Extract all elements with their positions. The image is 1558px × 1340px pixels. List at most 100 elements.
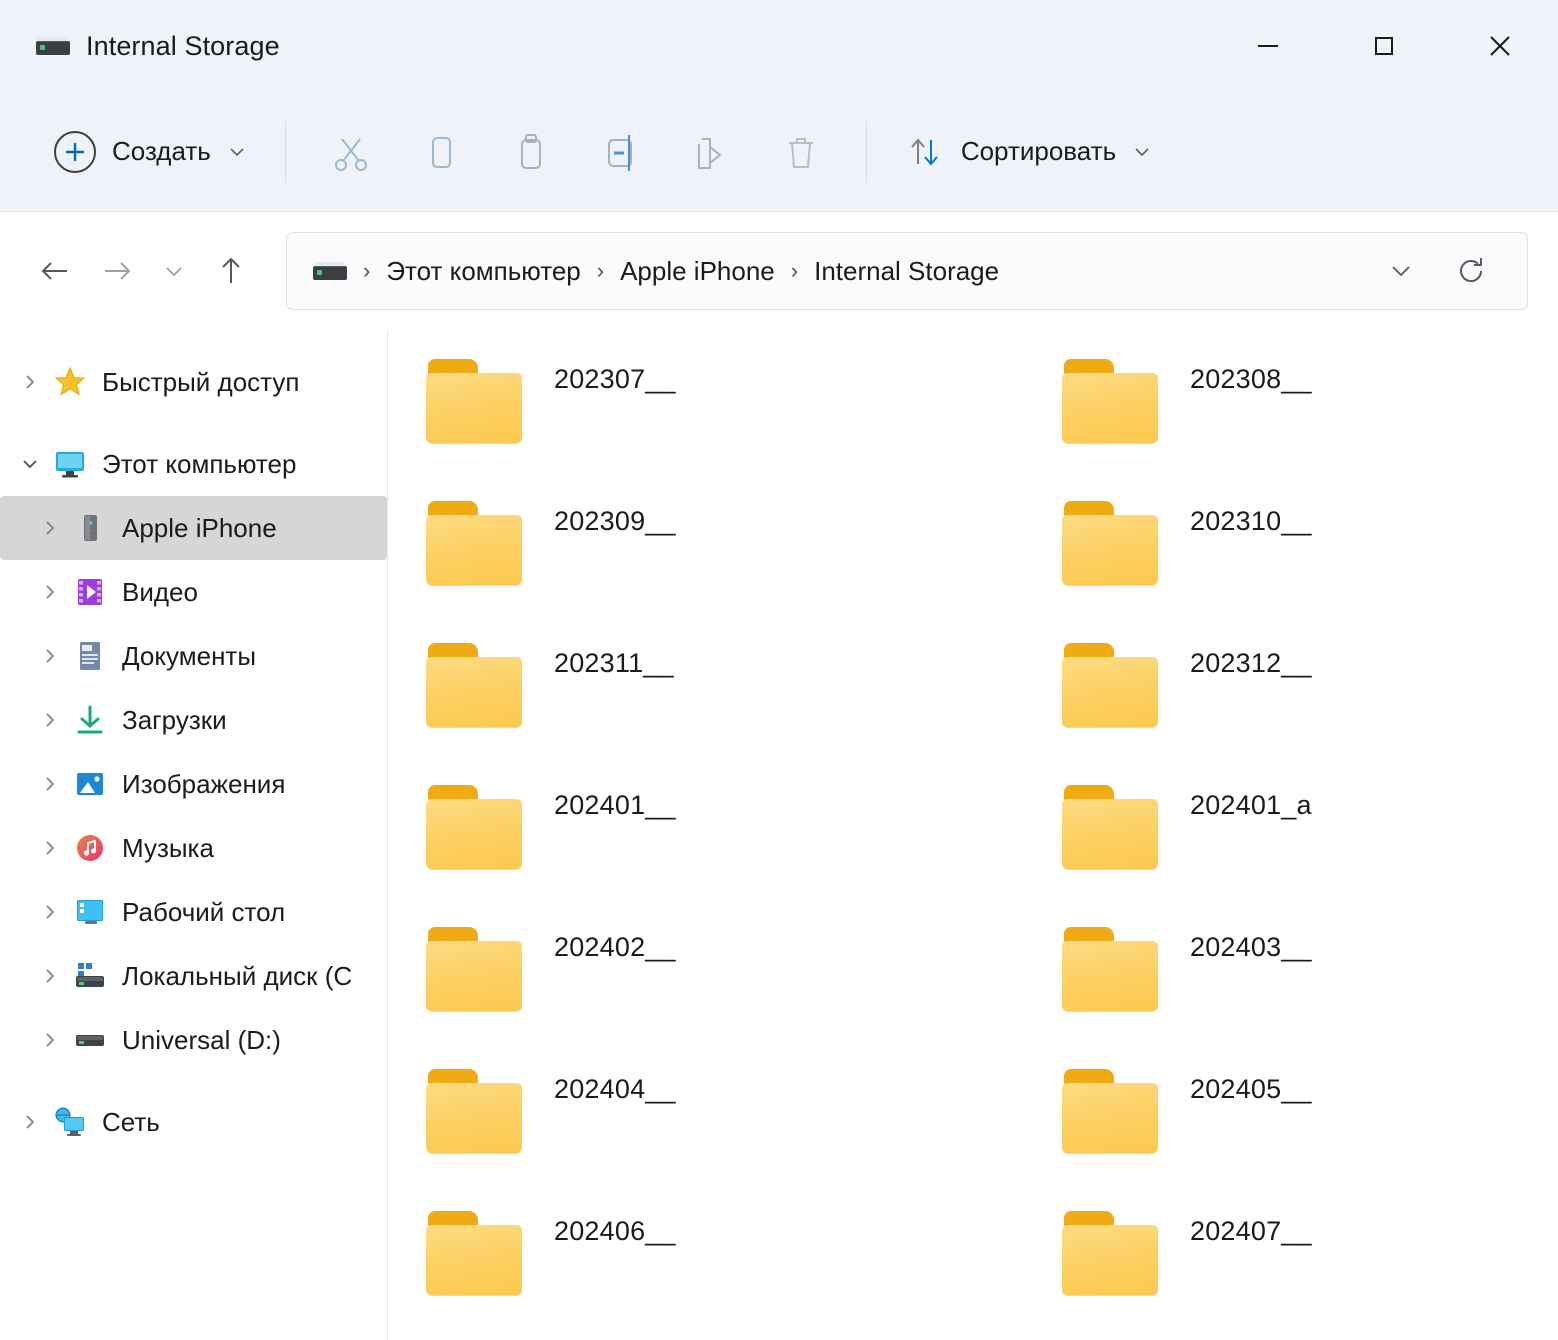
phone-icon (70, 508, 110, 548)
sort-button-label: Сортировать (960, 136, 1117, 166)
minimize-button[interactable] (1210, 0, 1326, 92)
refresh-button[interactable] (1443, 243, 1499, 299)
folder-icon (1062, 1211, 1160, 1295)
close-button[interactable] (1442, 0, 1558, 92)
cut-button[interactable] (306, 118, 396, 186)
sidebar-item-pictures[interactable]: Изображения (0, 752, 387, 816)
chevron-right-icon[interactable] (30, 572, 70, 612)
chevron-right-icon[interactable] (10, 1102, 50, 1142)
folder-icon (1062, 785, 1160, 869)
file-item[interactable]: 202401_a (1046, 772, 1558, 914)
rename-button[interactable] (576, 118, 666, 186)
breadcrumb-item-1[interactable]: Apple iPhone (610, 252, 785, 291)
address-bar-actions (1373, 243, 1513, 299)
sidebar-item-music[interactable]: Музыка (0, 816, 387, 880)
file-item[interactable]: 202312__ (1046, 630, 1558, 772)
file-item-label: 202311__ (554, 648, 674, 678)
sidebar-item-downloads[interactable]: Загрузки (0, 688, 387, 752)
share-button[interactable] (666, 118, 756, 186)
copy-button[interactable] (396, 118, 486, 186)
chevron-down-icon[interactable] (10, 444, 50, 484)
breadcrumb-item-2[interactable]: Internal Storage (804, 252, 1009, 291)
local-disk-icon (70, 956, 110, 996)
clipboard-paste-icon (520, 133, 541, 169)
chevron-right-icon[interactable] (10, 362, 50, 402)
breadcrumb-item-0[interactable]: Этот компьютер (376, 252, 590, 291)
sort-button[interactable]: Сортировать (887, 118, 1170, 186)
file-item[interactable]: 202310__ (1046, 488, 1558, 630)
chevron-right-icon[interactable] (30, 508, 70, 548)
chevron-down-icon (166, 267, 182, 277)
sidebar-item-documents[interactable]: Документы (0, 624, 387, 688)
sidebar-item-video[interactable]: Видео (0, 560, 387, 624)
file-item[interactable]: 202401__ (410, 772, 1046, 914)
address-history-button[interactable] (1373, 243, 1429, 299)
file-list-pane[interactable]: 202307__ 202308__ 202309__ 202310__ 2023… (388, 330, 1558, 1340)
sidebar-item-desktop[interactable]: Рабочий стол (0, 880, 387, 944)
sidebar-item-apple-iphone[interactable]: Apple iPhone (0, 496, 387, 560)
paste-button[interactable] (486, 118, 576, 186)
folder-icon (426, 643, 524, 727)
chevron-right-icon[interactable] (30, 700, 70, 740)
breadcrumb: › Этот компьютер › Apple iPhone › Intern… (359, 252, 1373, 291)
sidebar-item-label: Этот компьютер (102, 448, 297, 479)
arrow-left-icon (41, 262, 67, 280)
sidebar-item-network[interactable]: Сеть (0, 1090, 387, 1154)
sidebar-item-local-disk-c[interactable]: Локальный диск (C (0, 944, 387, 1008)
chevron-right-icon[interactable] (30, 636, 70, 676)
file-item-label: 202308__ (1190, 364, 1312, 394)
file-item[interactable]: 202403__ (1046, 914, 1558, 1056)
desktop-icon (70, 892, 110, 932)
new-button[interactable]: Создать (36, 118, 265, 186)
file-item[interactable]: 202407__ (1046, 1198, 1558, 1340)
title-bar: Internal Storage (0, 0, 1558, 92)
file-item[interactable]: 202308__ (1046, 346, 1558, 488)
breadcrumb-separator: › (790, 258, 799, 283)
scissors-icon (334, 137, 367, 171)
back-button[interactable] (24, 240, 86, 302)
file-item[interactable]: 202307__ (410, 346, 1046, 488)
rename-icon (607, 134, 632, 171)
navigation-pane[interactable]: Быстрый доступ Этот компьютер Apple iPho… (0, 330, 388, 1340)
sidebar-item-label: Музыка (122, 832, 214, 863)
sidebar-item-quick-access[interactable]: Быстрый доступ (0, 350, 387, 414)
copy-icon (431, 136, 451, 168)
chevron-right-icon[interactable] (30, 828, 70, 868)
file-item[interactable]: 202404__ (410, 1056, 1046, 1198)
file-item[interactable]: 202311__ (410, 630, 1046, 772)
file-explorer-window: Internal Storage Создать Сортировать › Э… (0, 0, 1558, 1340)
address-bar[interactable]: › Этот компьютер › Apple iPhone › Intern… (286, 232, 1528, 310)
file-item-label: 202401__ (554, 790, 676, 820)
up-button[interactable] (200, 240, 262, 302)
file-item[interactable]: 202402__ (410, 914, 1046, 1056)
file-item[interactable]: 202309__ (410, 488, 1046, 630)
file-item-label: 202407__ (1190, 1216, 1312, 1246)
chevron-right-icon[interactable] (30, 956, 70, 996)
chevron-right-icon[interactable] (30, 1020, 70, 1060)
pictures-icon (70, 764, 110, 804)
chevron-down-icon (1135, 147, 1149, 156)
delete-button[interactable] (756, 118, 846, 186)
recent-locations-button[interactable] (148, 240, 200, 302)
folder-icon (1062, 501, 1160, 585)
sidebar-item-label: Загрузки (122, 704, 227, 735)
file-item[interactable]: 202406__ (410, 1198, 1046, 1340)
breadcrumb-separator: › (596, 258, 605, 283)
folder-icon (426, 501, 524, 585)
folder-icon (426, 359, 524, 443)
arrow-right-icon (105, 262, 131, 280)
forward-button[interactable] (86, 240, 148, 302)
sidebar-item-label: Apple iPhone (122, 512, 277, 543)
sidebar-item-this-pc[interactable]: Этот компьютер (0, 432, 387, 496)
folder-icon (426, 1211, 524, 1295)
chevron-right-icon[interactable] (30, 764, 70, 804)
maximize-button[interactable] (1326, 0, 1442, 92)
chevron-right-icon[interactable] (30, 892, 70, 932)
breadcrumb-separator: › (363, 258, 371, 283)
sidebar-item-universal-d[interactable]: Universal (D:) (0, 1008, 387, 1072)
arrow-up-icon (222, 257, 240, 283)
folder-icon (1062, 643, 1160, 727)
file-item[interactable]: 202405__ (1046, 1056, 1558, 1198)
sidebar-item-label: Universal (D:) (122, 1024, 281, 1055)
